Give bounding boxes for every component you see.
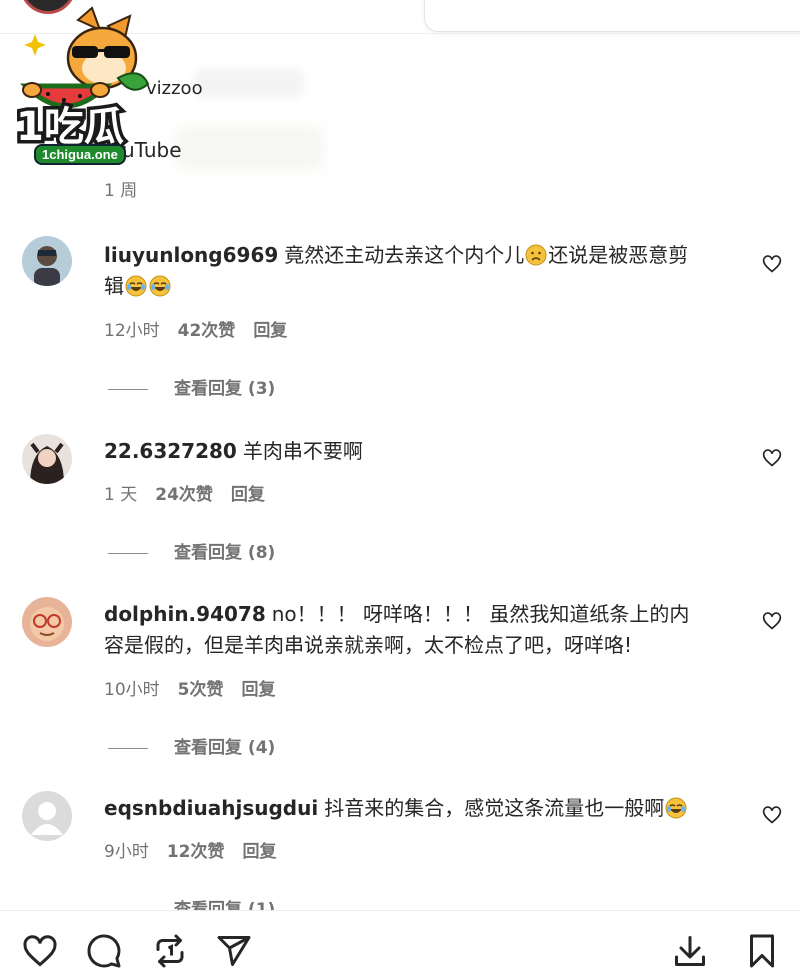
comment-time: 12小时 [104, 321, 160, 341]
laughing-face-icon [149, 275, 171, 297]
comment-time: 1 天 [104, 485, 138, 505]
like-heart-icon[interactable] [762, 254, 782, 274]
share-icon[interactable] [216, 933, 252, 969]
like-heart-icon[interactable] [762, 611, 782, 631]
comment-username[interactable]: liuyunlong6969 [104, 243, 278, 267]
sad-face-icon [525, 244, 547, 266]
comment-text: 竟然还主动去亲这个内个儿 [284, 243, 525, 267]
comment-meta: 9小时 12次赞 回复 [104, 837, 295, 862]
view-replies-button[interactable]: 查看回复 (4) [108, 733, 275, 758]
like-heart-icon[interactable] [762, 448, 782, 468]
laughing-face-icon [665, 797, 687, 819]
divider [108, 747, 148, 749]
top-card [424, 0, 800, 32]
comment-text: 容是假的，但是羊肉串说亲就亲啊，太不检点了吧，呀咩咯! [104, 633, 633, 657]
comment-body: eqsnbdiuahjsugdui 抖音来的集合，感觉这条流量也一般啊 [104, 793, 744, 824]
avatar[interactable] [22, 236, 72, 286]
reply-button[interactable]: 回复 [231, 485, 265, 505]
reply-button[interactable]: 回复 [253, 321, 287, 341]
hamster-mascot-icon: 1吃瓜 [13, 6, 150, 154]
reply-button[interactable]: 回复 [243, 842, 277, 862]
avatar[interactable] [22, 434, 72, 484]
first-comment-time: 1 周 [104, 181, 138, 201]
comment-text: no！！！ 呀咩咯！！！ 虽然我知道纸条上的内 [271, 602, 690, 626]
comment-username[interactable]: dolphin.94078 [104, 602, 266, 626]
blurred-region [174, 126, 324, 170]
bookmark-icon[interactable] [744, 933, 780, 969]
likes-count[interactable]: 5次赞 [178, 680, 224, 700]
watermark-logo: 1吃瓜 1chigua.one [8, 6, 156, 168]
reply-button[interactable]: 回复 [241, 680, 275, 700]
action-bar [0, 910, 800, 972]
comment-text: 羊肉串不要啊 [242, 439, 363, 463]
divider [108, 552, 148, 554]
avatar[interactable] [22, 597, 72, 647]
download-icon[interactable] [672, 933, 708, 969]
laughing-face-icon [125, 275, 147, 297]
comment-time: 9小时 [104, 842, 149, 862]
blurred-region [194, 68, 304, 98]
comment-meta: 10小时 5次赞 回复 [104, 675, 293, 700]
comment-meta: 1 天 24次赞 回复 [104, 480, 283, 505]
comment-icon[interactable] [86, 933, 122, 969]
view-replies-button[interactable]: 查看回复 (3) [108, 374, 275, 399]
likes-count[interactable]: 12次赞 [167, 842, 225, 862]
comment-text: 抖音来的集合，感觉这条流量也一般啊 [324, 796, 665, 820]
like-heart-icon[interactable] [762, 805, 782, 825]
likes-count[interactable]: 24次赞 [155, 485, 213, 505]
repost-icon[interactable] [152, 933, 188, 969]
comment-time: 10小时 [104, 680, 160, 700]
heart-icon[interactable] [22, 933, 58, 969]
divider [108, 388, 148, 390]
comment-username[interactable]: 22.6327280 [104, 439, 237, 463]
comment-meta: 12小时 42次赞 回复 [104, 316, 305, 341]
view-replies-button[interactable]: 查看回复 (8) [108, 538, 275, 563]
comment-text: 还说是被恶意剪 [548, 243, 689, 267]
avatar[interactable] [22, 791, 72, 841]
comment-username[interactable]: eqsnbdiuahjsugdui [104, 796, 318, 820]
likes-count[interactable]: 42次赞 [178, 321, 236, 341]
comment-text: 辑 [104, 274, 124, 298]
comment-body: 22.6327280 羊肉串不要啊 [104, 436, 744, 467]
logo-domain: 1chigua.one [34, 144, 126, 165]
comment-body: dolphin.94078 no！！！ 呀咩咯！！！ 虽然我知道纸条上的内 容是假… [104, 599, 744, 661]
comment-body: liuyunlong6969 竟然还主动去亲这个内个儿 还说是被恶意剪 辑 [104, 240, 744, 302]
